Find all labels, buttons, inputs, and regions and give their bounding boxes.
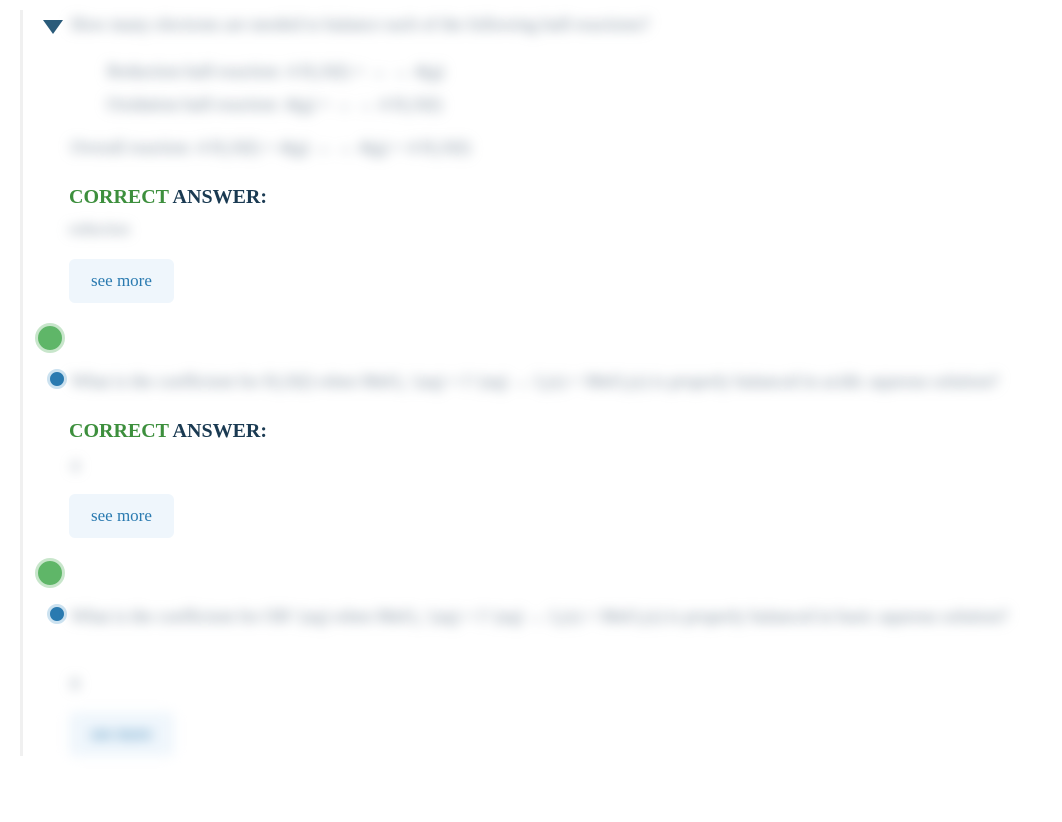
question-1-half-reaction-2: Oxidation half-reaction: 4(g) + → → 4 H₂… [107, 90, 1042, 119]
separator-line [65, 572, 1042, 573]
see-more-button-3-blurred[interactable]: see more [69, 712, 174, 756]
question-badge-icon [47, 604, 67, 624]
correct-answer-label-2: CORRECT ANSWER: [69, 420, 1042, 443]
question-2-prompt: What is the coefficient for H₂O(l) when … [71, 367, 1042, 396]
answer-3-blur: 8 [71, 676, 91, 694]
separator-1 [27, 323, 1042, 353]
question-3-prompt: What is the coefficient for OH⁻(aq) when… [71, 602, 1042, 631]
correct-word: CORRECT [69, 186, 169, 208]
answer-2-blur: 4 [71, 458, 91, 476]
page-container: How many electrons are needed to balance… [0, 0, 1062, 786]
question-1-overall: Overall reaction: 4 H₂O(l) + 4(g) → → 4(… [71, 133, 1042, 162]
correct-answer-label-1: CORRECT ANSWER: [69, 186, 1042, 209]
question-1-block: How many electrons are needed to balance… [27, 10, 1042, 303]
answer-word: ANSWER: [169, 420, 267, 442]
status-dot-icon [35, 558, 65, 588]
separator-2 [27, 558, 1042, 588]
question-2-block: What is the coefficient for H₂O(l) when … [27, 367, 1042, 538]
see-more-button-2[interactable]: see more [69, 494, 174, 538]
see-more-button-1[interactable]: see more [69, 259, 174, 303]
content-wrapper: How many electrons are needed to balance… [20, 10, 1042, 756]
question-badge-icon [47, 369, 67, 389]
separator-line [65, 338, 1042, 339]
question-3-block: What is the coefficient for OH⁻(aq) when… [27, 602, 1042, 756]
question-1-prompt: How many electrons are needed to balance… [71, 10, 1042, 39]
question-1-half-reaction-1: Reduction half-reaction: 4 H₂O(l) + → → … [107, 57, 1042, 86]
answer-word: ANSWER: [169, 186, 267, 208]
correct-word: CORRECT [69, 420, 169, 442]
answer-1-blur: reduction [69, 221, 1042, 239]
expand-triangle-icon[interactable] [43, 20, 63, 34]
status-dot-icon [35, 323, 65, 353]
